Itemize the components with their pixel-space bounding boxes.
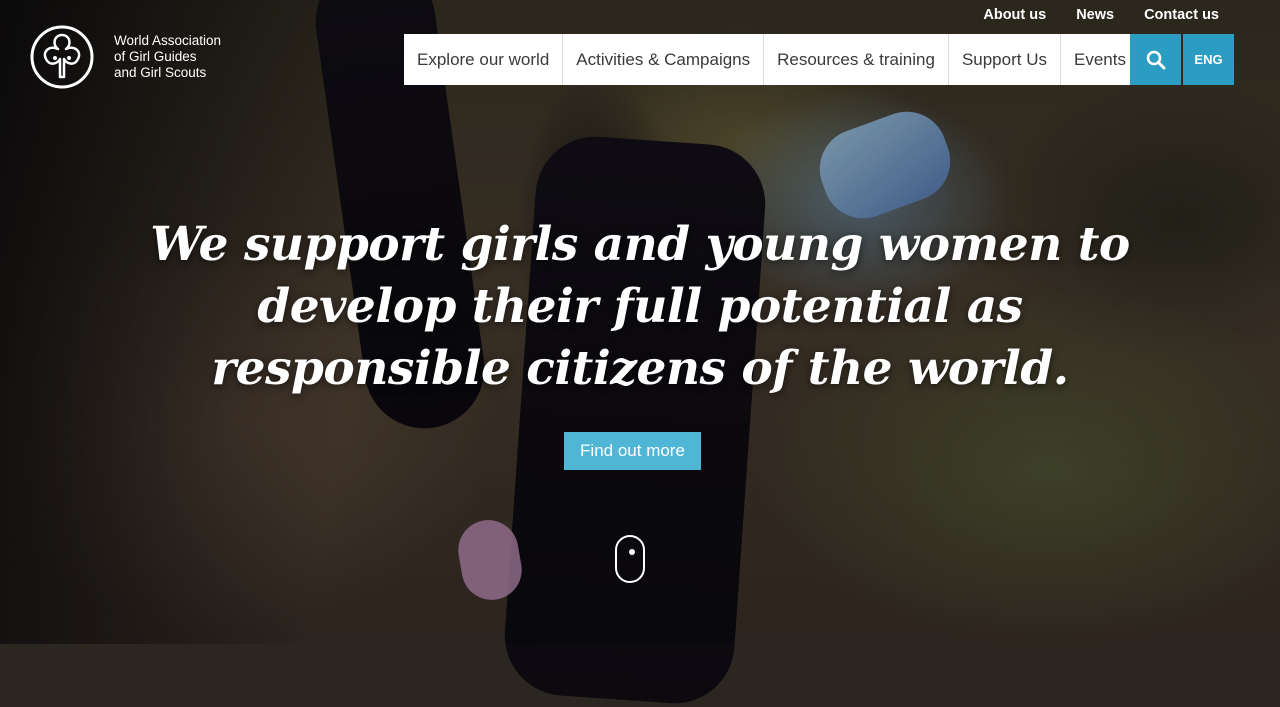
news-link[interactable]: News bbox=[1076, 7, 1114, 23]
contact-us-link[interactable]: Contact us bbox=[1144, 7, 1219, 23]
nav-item-explore-our-world[interactable]: Explore our world bbox=[404, 34, 564, 85]
nav-item-resources-training[interactable]: Resources & training bbox=[764, 34, 949, 85]
search-icon bbox=[1146, 50, 1165, 69]
utility-nav: About us News Contact us bbox=[983, 7, 1219, 23]
logo-line: of Girl Guides bbox=[114, 49, 197, 64]
headline-line: develop their full potential as bbox=[257, 279, 1023, 334]
nav-item-support-us[interactable]: Support Us bbox=[949, 34, 1061, 85]
trefoil-icon bbox=[30, 25, 94, 89]
about-us-link[interactable]: About us bbox=[983, 7, 1046, 23]
search-button[interactable] bbox=[1130, 34, 1181, 85]
main-nav: Explore our world Activities & Campaigns… bbox=[404, 34, 1139, 85]
language-selector[interactable]: ENG bbox=[1183, 34, 1234, 85]
find-out-more-button[interactable]: Find out more bbox=[564, 432, 701, 470]
logo-wordmark: World Association of Girl Guides and Gir… bbox=[114, 33, 221, 81]
site-logo[interactable]: World Association of Girl Guides and Gir… bbox=[30, 25, 221, 89]
hero-headline: We support girls and young women to deve… bbox=[0, 214, 1280, 400]
headline-line: We support girls and young women to bbox=[150, 217, 1130, 272]
headline-line: responsible citizens of the world. bbox=[211, 341, 1069, 396]
nav-item-events[interactable]: Events bbox=[1061, 34, 1139, 85]
scroll-indicator-dot bbox=[629, 549, 635, 555]
logo-line: and Girl Scouts bbox=[114, 65, 207, 80]
nav-item-activities-campaigns[interactable]: Activities & Campaigns bbox=[563, 34, 765, 85]
logo-line: World Association bbox=[114, 33, 222, 48]
mouse-scroll-icon[interactable] bbox=[615, 535, 645, 583]
